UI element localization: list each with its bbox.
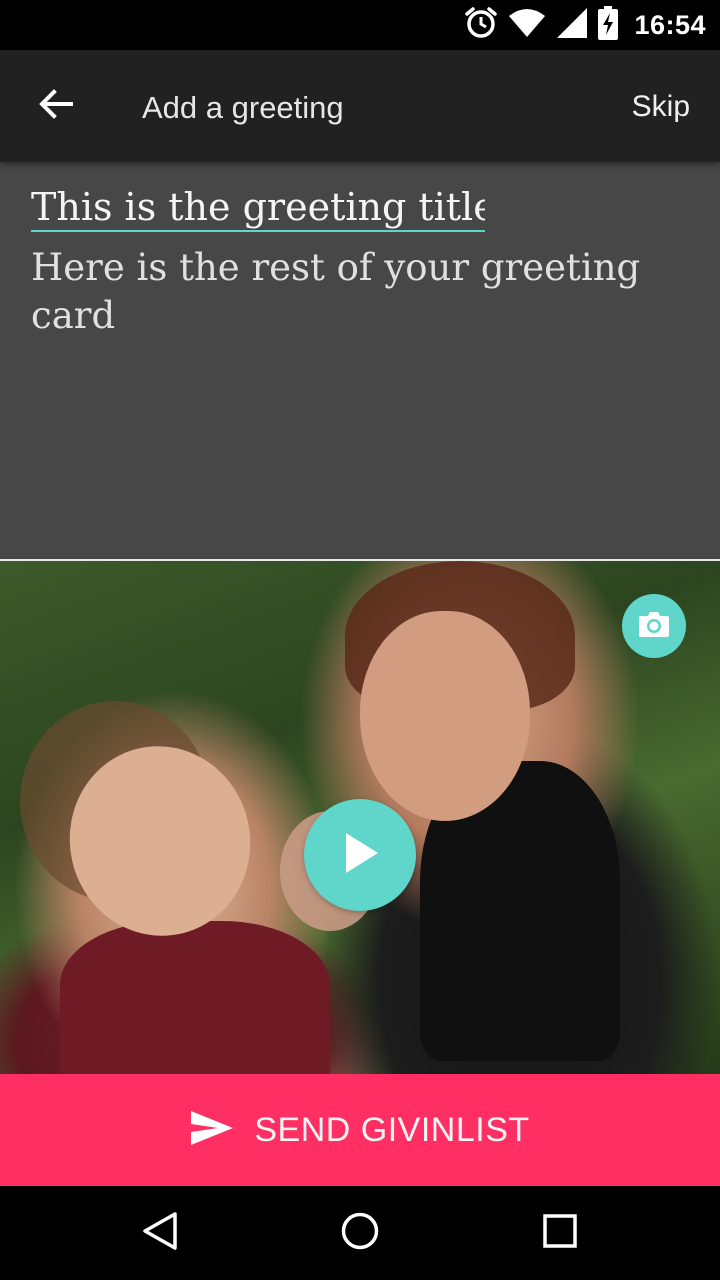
nav-back-button[interactable]	[130, 1208, 190, 1258]
play-video-button[interactable]	[304, 799, 416, 911]
change-photo-button[interactable]	[622, 594, 686, 658]
greeting-title-text: This is the greeting title	[31, 185, 485, 229]
arrow-back-icon	[39, 88, 73, 124]
play-icon	[340, 831, 380, 880]
home-circle-icon	[340, 1211, 380, 1256]
recents-square-icon	[542, 1213, 578, 1254]
status-bar: 16:54	[0, 0, 720, 50]
status-icons: 16:54	[464, 0, 706, 50]
signal-icon	[556, 7, 588, 44]
greeting-photo	[0, 561, 720, 1074]
app-bar: Add a greeting Skip	[0, 50, 720, 162]
page-title: Add a greeting	[142, 90, 344, 125]
skip-button[interactable]: Skip	[632, 90, 690, 124]
nav-home-button[interactable]	[330, 1208, 390, 1258]
status-time: 16:54	[634, 9, 706, 40]
greeting-body-input[interactable]: Here is the rest of your greeting card	[31, 244, 671, 340]
back-button[interactable]	[24, 76, 88, 136]
send-givinlist-button[interactable]: SEND GIVINLIST	[0, 1074, 720, 1186]
greeting-editor: This is the greeting title Here is the r…	[0, 162, 720, 559]
greeting-title-input[interactable]: This is the greeting title	[31, 184, 485, 232]
nav-recents-button[interactable]	[530, 1208, 590, 1258]
system-nav-bar	[0, 1186, 720, 1280]
send-icon	[190, 1110, 234, 1151]
battery-charging-icon	[598, 5, 619, 45]
photo-detail	[60, 921, 330, 1074]
send-button-label: SEND GIVINLIST	[254, 1110, 530, 1149]
photo-detail	[360, 611, 530, 821]
wifi-icon	[508, 8, 546, 43]
back-triangle-icon	[142, 1211, 178, 1256]
alarm-icon	[464, 6, 498, 45]
camera-icon	[638, 610, 670, 643]
